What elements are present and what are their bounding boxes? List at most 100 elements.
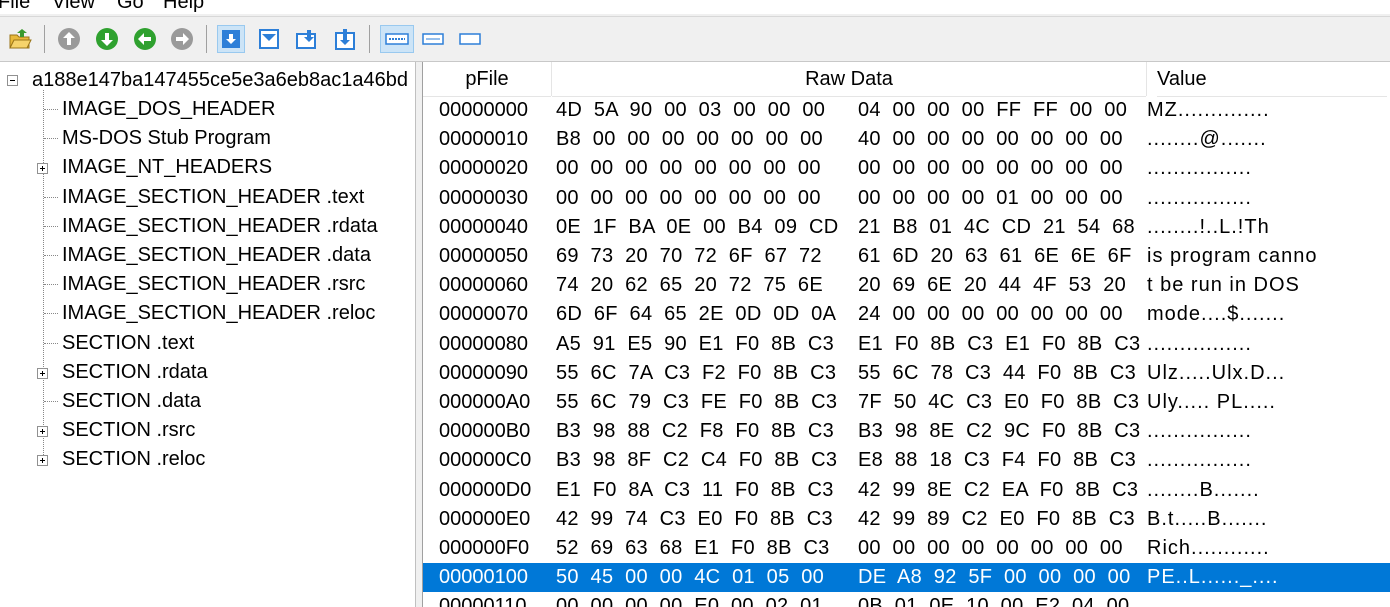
offset-cell: 00000030 — [439, 186, 528, 209]
tree-item-label: SECTION .rsrc — [62, 419, 196, 442]
raw-bytes-low: 6D 6F 64 65 2E 0D 0D 0A — [556, 303, 837, 326]
view-b-icon[interactable] — [255, 25, 283, 53]
back-icon[interactable] — [131, 25, 159, 53]
layout-small-icon[interactable] — [456, 25, 484, 53]
offset-cell: 00000080 — [439, 332, 528, 355]
hex-view: pFile Raw Data Value 00000000 4D 5A 90 00… — [422, 62, 1390, 607]
down-icon[interactable] — [93, 25, 121, 53]
menu-bar: File View Go Help — [0, 0, 1390, 14]
hex-row[interactable]: 000000C0 B3 98 8F C2 C4 F0 8B C3 E8 88 18 … — [423, 446, 1390, 475]
toolbar — [0, 16, 1390, 62]
column-header-pfile[interactable]: pFile — [423, 62, 551, 97]
ascii-value: ................ — [1147, 420, 1252, 443]
up-icon[interactable] — [55, 25, 83, 53]
raw-bytes-low: 42 99 74 C3 E0 F0 8B C3 — [556, 507, 833, 530]
expand-icon[interactable] — [37, 455, 48, 467]
ascii-value: t be run in DOS — [1147, 274, 1307, 297]
expand-icon[interactable] — [37, 367, 48, 379]
tree-item-label: IMAGE_NT_HEADERS — [62, 156, 273, 179]
offset-cell: 000000E0 — [439, 507, 531, 530]
hex-row[interactable]: 00000080 A5 91 E5 90 E1 F0 8B C3 E1 F0 8B … — [423, 330, 1390, 359]
hex-row[interactable]: 00000030 00 00 00 00 00 00 00 00 00 00 00 … — [423, 184, 1390, 213]
raw-bytes-high: 0B 01 0E 10 00 E2 04 00 — [858, 595, 1130, 607]
tree-item-label: SECTION .rdata — [62, 360, 208, 383]
hex-row[interactable]: 00000110 00 00 00 00 E0 00 02 01 0B 01 0E … — [423, 592, 1390, 607]
tree-item-label: IMAGE_SECTION_HEADER .rsrc — [62, 273, 366, 296]
hex-row[interactable]: 000000B0 B3 98 88 C2 F8 F0 8B C3 B3 98 8E … — [423, 417, 1390, 446]
view-c-icon[interactable] — [294, 25, 322, 53]
view-a-icon[interactable] — [217, 25, 245, 53]
hex-row[interactable]: 00000070 6D 6F 64 65 2E 0D 0D 0A 24 00 00 … — [423, 300, 1390, 329]
hex-row[interactable]: 00000090 55 6C 7A C3 F2 F0 8B C3 55 6C 78 … — [423, 359, 1390, 388]
raw-bytes-low: 0E 1F BA 0E 00 B4 09 CD — [556, 215, 839, 238]
tree-item-label: SECTION .text — [62, 331, 195, 354]
tree-root-label: a188e147ba147455ce5e3a6eb8ac1a46bd — [32, 69, 408, 91]
menu-file[interactable]: File — [0, 0, 30, 14]
ascii-value: ................ — [1147, 186, 1252, 209]
ascii-value: ........B....... — [1147, 478, 1260, 501]
hex-row[interactable]: 000000A0 55 6C 79 C3 FE F0 8B C3 7F 50 4C … — [423, 388, 1390, 417]
menu-go[interactable]: Go — [117, 0, 144, 14]
hex-row[interactable]: 000000D0 E1 F0 8A C3 11 F0 8B C3 42 99 8E … — [423, 476, 1390, 505]
structure-tree: a188e147ba147455ce5e3a6eb8ac1a46bd IMAGE… — [0, 62, 416, 607]
raw-bytes-low: A5 91 E5 90 E1 F0 8B C3 — [556, 332, 835, 355]
tree-item-label: IMAGE_SECTION_HEADER .reloc — [62, 302, 376, 325]
offset-cell: 000000D0 — [439, 478, 532, 501]
raw-bytes-low: 00 00 00 00 E0 00 02 01 — [556, 595, 823, 607]
raw-bytes-high: 7F 50 4C C3 E0 F0 8B C3 — [858, 391, 1140, 413]
column-header-raw-data[interactable]: Raw Data — [552, 62, 1146, 97]
raw-bytes-high: 20 69 6E 20 44 4F 53 20 — [858, 274, 1127, 297]
ascii-value: mode....$....... — [1147, 303, 1286, 326]
collapse-icon[interactable] — [7, 75, 18, 86]
open-icon[interactable] — [6, 25, 34, 53]
raw-bytes-low: 69 73 20 70 72 6F 67 72 — [556, 245, 822, 267]
raw-bytes-low: 55 6C 79 C3 FE F0 8B C3 — [556, 391, 838, 413]
offset-cell: 00000060 — [439, 274, 528, 297]
ascii-value: PE..L......_.... — [1147, 566, 1279, 589]
offset-cell: 00000010 — [439, 128, 528, 151]
offset-cell: 000000B0 — [439, 420, 531, 443]
view-d-icon[interactable] — [331, 25, 359, 53]
menu-view[interactable]: View — [52, 0, 95, 14]
forward-icon[interactable] — [168, 25, 196, 53]
hex-row[interactable]: 000000F0 52 69 63 68 E1 F0 8B C3 00 00 00 … — [423, 534, 1390, 563]
raw-bytes-low: B8 00 00 00 00 00 00 00 — [556, 128, 823, 151]
offset-cell: 00000040 — [439, 215, 528, 238]
hex-row[interactable]: 00000020 00 00 00 00 00 00 00 00 00 00 00 … — [423, 154, 1390, 183]
hex-row[interactable]: 000000E0 42 99 74 C3 E0 F0 8B C3 42 99 89 … — [423, 505, 1390, 534]
hex-row[interactable]: 00000040 0E 1F BA 0E 00 B4 09 CD 21 B8 01 … — [423, 213, 1390, 242]
layout-medium-icon[interactable] — [419, 25, 447, 53]
hex-row[interactable]: 00000010 B8 00 00 00 00 00 00 00 40 00 00 … — [423, 125, 1390, 154]
tree-item-label: IMAGE_SECTION_HEADER .rdata — [62, 214, 378, 237]
menu-help[interactable]: Help — [163, 0, 204, 14]
expand-icon[interactable] — [37, 426, 48, 438]
hex-row[interactable]: 00000000 4D 5A 90 00 03 00 00 00 04 00 00 … — [423, 96, 1390, 125]
raw-bytes-high: 42 99 8E C2 EA F0 8B C3 — [858, 478, 1139, 501]
offset-cell: 00000050 — [439, 245, 528, 267]
hex-row[interactable]: 00000060 74 20 62 65 20 72 75 6E 20 69 6E … — [423, 271, 1390, 300]
ascii-value: ................ — [1147, 332, 1252, 355]
hex-row[interactable]: 00000100 50 45 00 00 4C 01 05 00 DE A8 92 … — [423, 563, 1390, 593]
layout-wide-icon[interactable] — [380, 25, 414, 53]
ascii-value: B.t.....B....... — [1147, 507, 1268, 530]
hex-row[interactable]: 00000050 69 73 20 70 72 6F 67 72 61 6D 20 … — [423, 242, 1390, 271]
raw-bytes-low: B3 98 8F C2 C4 F0 8B C3 — [556, 449, 838, 472]
expand-icon[interactable] — [37, 163, 48, 175]
ascii-value: MZ.............. — [1147, 99, 1270, 121]
column-header-value[interactable]: Value — [1157, 62, 1387, 97]
offset-cell: 00000100 — [439, 566, 528, 589]
raw-bytes-high: 04 00 00 00 FF FF 00 00 — [858, 99, 1128, 121]
raw-bytes-high: 21 B8 01 4C CD 21 54 68 — [858, 215, 1135, 238]
raw-bytes-high: E1 F0 8B C3 E1 F0 8B C3 — [858, 332, 1141, 355]
tree-item-label: MS-DOS Stub Program — [62, 127, 271, 150]
tree-item-label: IMAGE_DOS_HEADER — [62, 98, 276, 120]
ascii-value: ........@....... — [1147, 128, 1267, 151]
raw-bytes-high: 00 00 00 00 01 00 00 00 — [858, 186, 1123, 209]
raw-bytes-low: 4D 5A 90 00 03 00 00 00 — [556, 99, 826, 121]
ascii-value: ................ — [1147, 449, 1252, 472]
raw-bytes-high: 00 00 00 00 00 00 00 00 — [858, 157, 1123, 180]
offset-cell: 00000090 — [439, 361, 528, 384]
raw-bytes-high: 55 6C 78 C3 44 F0 8B C3 — [858, 361, 1137, 384]
offset-cell: 000000C0 — [439, 449, 532, 472]
tree-item-label: SECTION .reloc — [62, 448, 206, 471]
